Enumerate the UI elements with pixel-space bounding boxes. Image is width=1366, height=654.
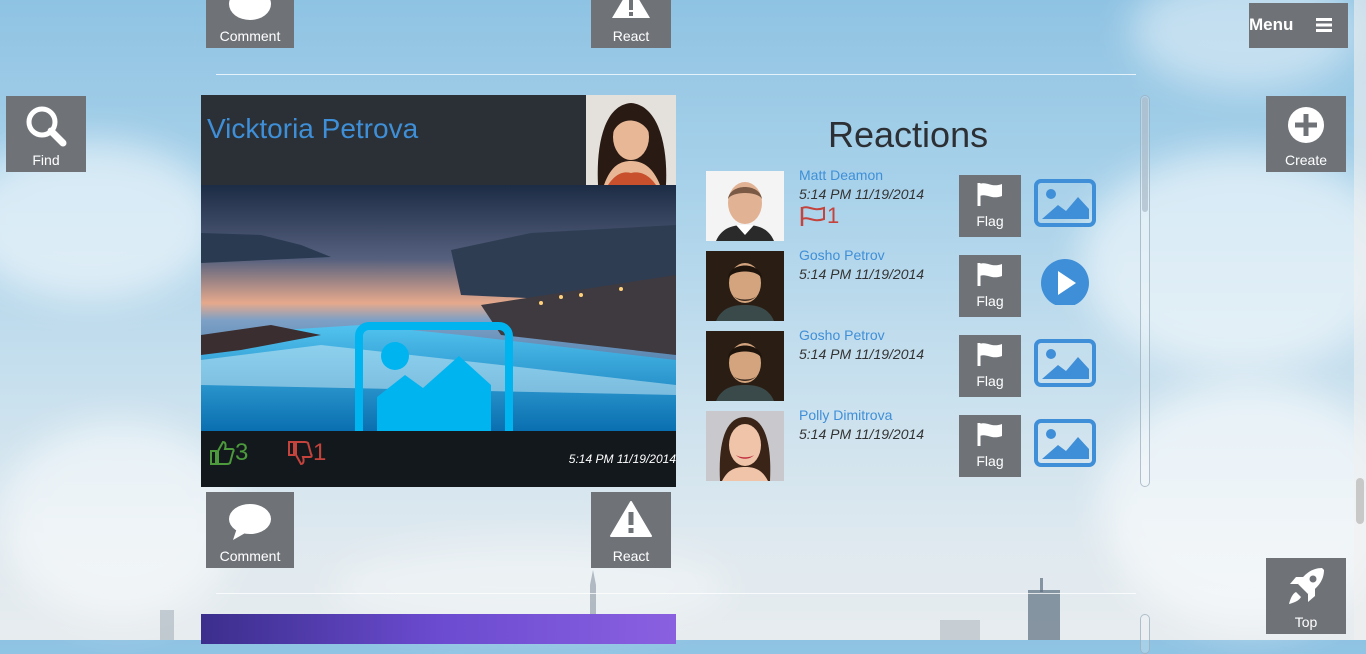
post-divider bbox=[216, 593, 1136, 594]
flag-label: Flag bbox=[976, 213, 1004, 229]
flag-button[interactable]: Flag bbox=[959, 175, 1021, 237]
page-scrollbar[interactable] bbox=[1354, 0, 1366, 640]
react-button-top[interactable]: React bbox=[591, 0, 671, 48]
flag-icon bbox=[977, 423, 1002, 446]
reactor-name[interactable]: Polly Dimitrova bbox=[799, 407, 892, 423]
reactions-scrollbar[interactable] bbox=[1140, 95, 1150, 487]
reactions-scrollbar-thumb[interactable] bbox=[1142, 97, 1148, 212]
comment-label: Comment bbox=[219, 28, 281, 44]
flag-label: Flag bbox=[976, 453, 1004, 469]
flag-count: 1 bbox=[799, 203, 839, 229]
hamburger-icon bbox=[1315, 18, 1332, 32]
speech-bubble-icon bbox=[229, 0, 271, 20]
speech-bubble-icon bbox=[229, 504, 271, 540]
react-label: React bbox=[612, 548, 650, 564]
dislike-count: 1 bbox=[313, 439, 327, 466]
reactor-avatar[interactable] bbox=[706, 411, 784, 481]
find-button[interactable]: Find bbox=[6, 96, 86, 172]
reaction-timestamp: 5:14 PM 11/19/2014 bbox=[799, 346, 925, 362]
flag-button[interactable]: Flag bbox=[959, 415, 1021, 477]
comment-button[interactable]: Comment bbox=[206, 492, 294, 568]
page-scrollbar-thumb[interactable] bbox=[1356, 478, 1364, 524]
reaction-timestamp: 5:14 PM 11/19/2014 bbox=[799, 266, 925, 282]
rocket-icon bbox=[1289, 568, 1324, 604]
react-label: React bbox=[612, 28, 650, 44]
post-author[interactable]: Vicktoria Petrova bbox=[207, 113, 418, 145]
find-label: Find bbox=[32, 152, 60, 168]
top-button[interactable]: Top bbox=[1266, 558, 1346, 634]
reaction-item: Gosho Petrov 5:14 PM 11/19/2014 Flag bbox=[706, 247, 1106, 323]
flag-button[interactable]: Flag bbox=[959, 255, 1021, 317]
reaction-timestamp: 5:14 PM 11/19/2014 bbox=[799, 186, 925, 202]
like-button[interactable]: 3 bbox=[209, 439, 248, 467]
comment-label: Comment bbox=[219, 548, 281, 564]
reactor-name[interactable]: Gosho Petrov bbox=[799, 247, 885, 263]
post-header: Vicktoria Petrova bbox=[201, 95, 586, 185]
reaction-timestamp: 5:14 PM 11/19/2014 bbox=[799, 426, 925, 442]
post-photo[interactable] bbox=[201, 185, 676, 431]
reactor-avatar[interactable] bbox=[706, 251, 784, 321]
author-avatar[interactable] bbox=[586, 95, 676, 185]
like-count: 3 bbox=[235, 439, 249, 466]
reactor-name[interactable]: Gosho Petrov bbox=[799, 327, 885, 343]
search-icon bbox=[26, 106, 67, 147]
reaction-item: Gosho Petrov 5:14 PM 11/19/2014 Flag bbox=[706, 327, 1106, 403]
menu-button[interactable]: Menu bbox=[1249, 3, 1348, 48]
flag-button[interactable]: Flag bbox=[959, 335, 1021, 397]
post-footer: 3 1 5:14 PM 11/19/2014 bbox=[201, 431, 676, 487]
flag-count-value: 1 bbox=[827, 203, 840, 228]
reactor-avatar[interactable] bbox=[706, 171, 784, 241]
post-divider bbox=[216, 74, 1136, 75]
thumbs-down-icon bbox=[288, 441, 313, 466]
thumbs-up-icon bbox=[210, 440, 235, 465]
post-card: Vicktoria Petrova 3 1 5:14 PM 11/19/2014 bbox=[201, 95, 676, 487]
play-icon[interactable] bbox=[1034, 257, 1096, 305]
flag-icon bbox=[977, 263, 1002, 286]
image-icon[interactable] bbox=[1034, 339, 1096, 387]
post-timestamp: 5:14 PM 11/19/2014 bbox=[568, 452, 676, 466]
comment-button-top[interactable]: Comment bbox=[206, 0, 294, 48]
next-reactions-scrollbar[interactable] bbox=[1140, 614, 1150, 654]
flag-label: Flag bbox=[976, 373, 1004, 389]
reactor-name[interactable]: Matt Deamon bbox=[799, 167, 883, 183]
warning-icon bbox=[610, 501, 652, 537]
flag-outline-icon bbox=[800, 206, 825, 226]
reactor-avatar[interactable] bbox=[706, 331, 784, 401]
top-label: Top bbox=[1294, 614, 1318, 630]
flag-label: Flag bbox=[976, 293, 1004, 309]
reaction-item: Matt Deamon 5:14 PM 11/19/2014 1 Flag bbox=[706, 167, 1106, 243]
react-button[interactable]: React bbox=[591, 492, 671, 568]
image-icon[interactable] bbox=[1034, 179, 1096, 227]
reaction-item: Polly Dimitrova 5:14 PM 11/19/2014 Flag bbox=[706, 407, 1106, 483]
create-label: Create bbox=[1284, 152, 1328, 168]
reactions-title: Reactions bbox=[828, 114, 989, 155]
image-icon[interactable] bbox=[1034, 419, 1096, 467]
warning-icon bbox=[612, 0, 650, 18]
flag-icon bbox=[977, 343, 1002, 366]
plus-circle-icon bbox=[1288, 107, 1324, 143]
flag-icon bbox=[977, 183, 1002, 206]
dislike-button[interactable]: 1 bbox=[287, 439, 326, 467]
menu-label: Menu bbox=[1249, 15, 1294, 34]
create-button[interactable]: Create bbox=[1266, 96, 1346, 172]
